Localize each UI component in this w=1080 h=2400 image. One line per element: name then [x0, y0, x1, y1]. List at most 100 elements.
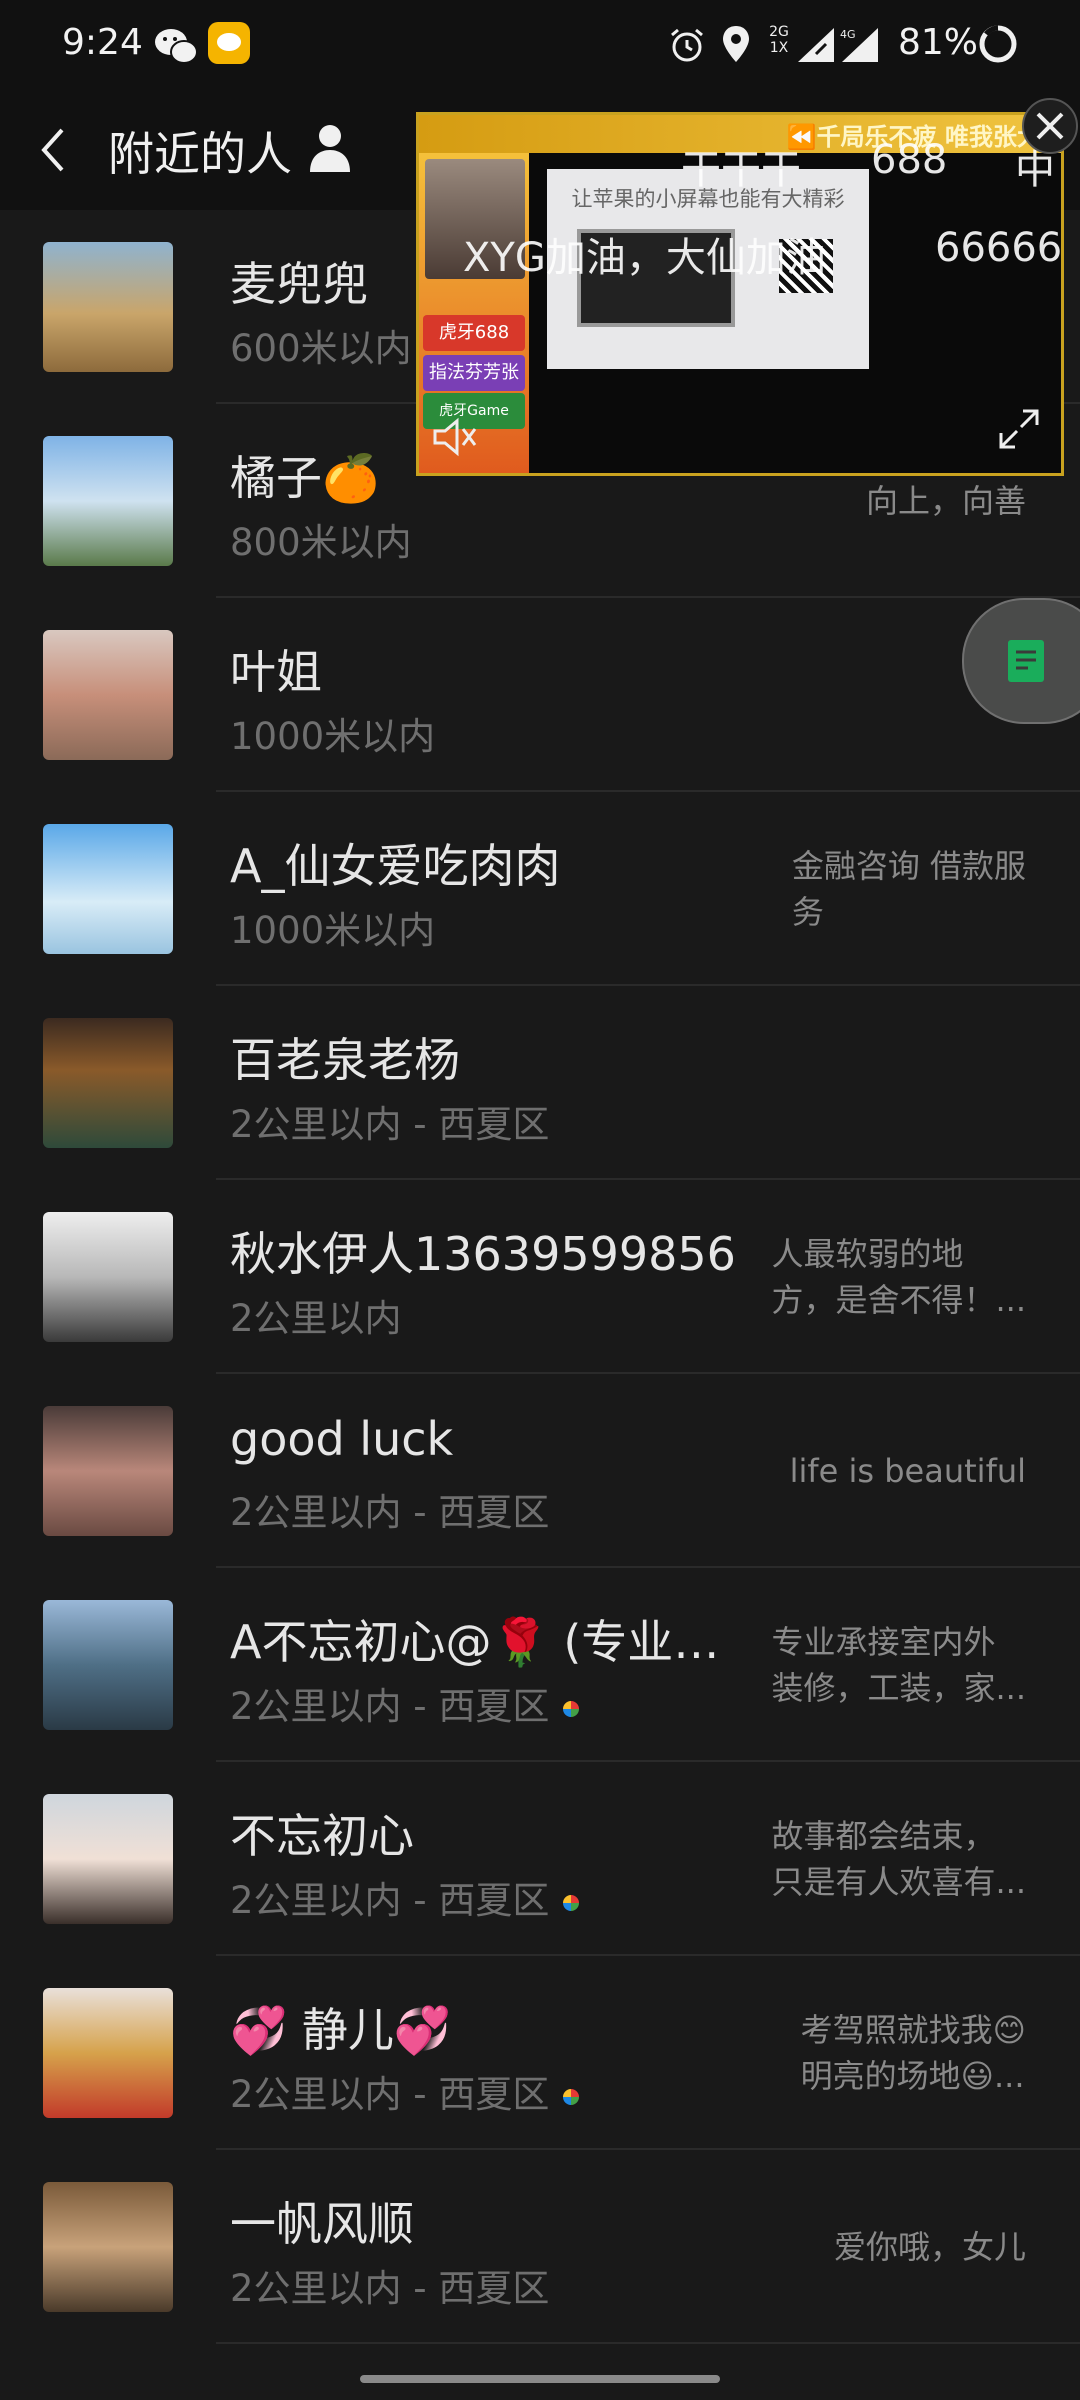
avatar [43, 1406, 173, 1536]
distance-text: 2公里以内 - 西夏区 [230, 2267, 550, 2310]
list-item[interactable]: A_仙女爱吃肉肉 1000米以内 金融咨询 借款服务 [0, 792, 1080, 986]
person-distance: 2公里以内 - 西夏区 [230, 2258, 549, 2312]
video-tag: 指法芬芳张大仙z [423, 355, 525, 391]
list-item[interactable]: A不忘初心@🌹 (专业装... 2公里以内 - 西夏区 专业承接室内外 装修，工装，家… [0, 1568, 1080, 1762]
floating-side-button[interactable] [962, 598, 1080, 724]
location-icon [723, 26, 749, 62]
avatar [43, 1794, 173, 1924]
person-distance: 600米以内 [230, 318, 412, 372]
floating-video-window[interactable]: ⏪千局乐不疲 唯我张大 虎牙688 指法芬芳张大仙z 虎牙Game 让苹果的小屏… [416, 112, 1064, 476]
signal-icon-2: 4G [840, 28, 878, 62]
signature-line: 装修，工装，家... [771, 1669, 1026, 1707]
person-signature: 金融咨询 借款服务 [766, 792, 1026, 986]
list-item[interactable]: 一帆风顺 2公里以内 - 西夏区 爱你哦，女儿 [0, 2150, 1080, 2344]
person-name: 百老泉老杨 [230, 1033, 460, 1087]
distance-text: 2公里以内 - 西夏区 [230, 1491, 550, 1534]
svg-text:4G: 4G [840, 28, 856, 41]
list-item[interactable]: 百老泉老杨 2公里以内 - 西夏区 [0, 986, 1080, 1180]
user-icon[interactable] [306, 122, 354, 174]
status-dot-icon [563, 1894, 580, 1911]
app-icon [208, 22, 250, 64]
status-time: 9:24 [62, 22, 143, 63]
avatar [43, 630, 173, 760]
divider [216, 2342, 1080, 2344]
person-name: 💞 静儿💞 [230, 2003, 452, 2057]
signature-line: 只是有人欢喜有... [771, 1863, 1026, 1901]
distance-text: 2公里以内 - 西夏区 [230, 1103, 550, 1146]
person-name: 一帆风顺 [230, 2197, 414, 2251]
avatar [43, 1018, 173, 1148]
person-distance: 1000米以内 [230, 706, 435, 760]
avatar [43, 2182, 173, 2312]
person-name: A不忘初心@🌹 (专业装... [230, 1615, 750, 1669]
person-signature: 爱你哦，女儿 [766, 2150, 1026, 2344]
battery-ring-icon [979, 25, 1017, 63]
signature-line: 人最软弱的地 [771, 1235, 964, 1273]
distance-text: 1000米以内 [230, 909, 436, 952]
document-icon [1008, 640, 1044, 682]
signature-line: 故事都会结束， [771, 1817, 996, 1855]
status-bar: 9:24 2G 1X 4G 81% [0, 0, 1080, 92]
person-distance: 2公里以内 - 西夏区 [230, 2064, 580, 2118]
signature-line: 金融咨询 借款服 [791, 847, 1026, 885]
network-label-1: 2G 1X [769, 24, 789, 56]
distance-text: 2公里以内 - 西夏区 [230, 2073, 550, 2116]
person-distance: 2公里以内 - 西夏区 [230, 1094, 549, 1148]
danmaku-text: 干干干 [681, 147, 801, 193]
danmaku-text: XYG加油，大仙加油 [463, 235, 826, 281]
danmaku-text: 666666 [935, 225, 1063, 271]
person-distance: 1000米以内 [230, 900, 435, 954]
person-distance: 2公里以内 [230, 1288, 402, 1342]
expand-icon[interactable] [995, 405, 1043, 453]
avatar [43, 1212, 173, 1342]
signature-line: 考驾照就找我😊 [800, 2011, 1026, 2049]
signature-line: life is beautiful [789, 1452, 1026, 1490]
avatar [43, 1600, 173, 1730]
danmaku-text: 688 [871, 137, 948, 183]
list-item[interactable]: 叶姐 1000米以内 [0, 598, 1080, 792]
page-title: 附近的人 [108, 127, 292, 181]
alarm-icon [671, 28, 703, 62]
back-icon[interactable] [36, 120, 70, 180]
avatar [43, 824, 173, 954]
person-name: 不忘初心 [230, 1809, 414, 1863]
person-distance: 2公里以内 - 西夏区 [230, 1482, 549, 1536]
person-name: 秋水伊人13639599856 [230, 1227, 736, 1281]
person-signature: life is beautiful [766, 1374, 1026, 1568]
list-item[interactable]: 不忘初心 2公里以内 - 西夏区 故事都会结束， 只是有人欢喜有... [0, 1762, 1080, 1956]
distance-text: 2公里以内 [230, 1297, 402, 1340]
person-name: good luck [230, 1412, 454, 1466]
wechat-icon [155, 29, 198, 64]
distance-text: 2公里以内 - 西夏区 [230, 1879, 550, 1922]
list-item[interactable]: 💞 静儿💞 2公里以内 - 西夏区 考驾照就找我😊 明亮的场地😃... [0, 1956, 1080, 2150]
person-signature: 考驾照就找我😊 明亮的场地😃... [766, 1956, 1026, 2150]
nearby-people-list: 麦兜兜 600米以内 橘子🍊 800米以内 向上，向善 叶姐 1000米以内 A_仙女爱吃肉肉… [0, 210, 1080, 2344]
signature-line: 务 [791, 893, 824, 931]
status-dot-icon [563, 1700, 580, 1717]
distance-text: 2公里以内 - 西夏区 [230, 1685, 550, 1728]
home-indicator[interactable] [360, 2375, 720, 2383]
person-name: 叶姐 [230, 645, 322, 699]
distance-text: 600米以内 [230, 327, 412, 370]
avatar [43, 436, 173, 566]
person-name: 橘子🍊 [230, 451, 380, 505]
person-name: A_仙女爱吃肉肉 [230, 839, 561, 893]
mute-icon[interactable] [431, 415, 479, 459]
signature-line: 方，是舍不得！... [771, 1281, 1026, 1319]
signature-line: 专业承接室内外 [771, 1623, 996, 1661]
person-signature: 人最软弱的地方，是舍不得！... [766, 1180, 1026, 1374]
battery-percentage: 81% [898, 22, 979, 63]
signature-line: 明亮的场地😃... [800, 2057, 1025, 2095]
signature-line: 向上，向善 [865, 482, 1026, 520]
person-distance: 2公里以内 - 西夏区 [230, 1870, 580, 1924]
signal-icon [798, 28, 834, 62]
close-icon[interactable] [1022, 98, 1078, 154]
distance-text: 800米以内 [230, 521, 412, 564]
distance-text: 1000米以内 [230, 715, 436, 758]
signature-line: 爱你哦，女儿 [833, 2228, 1026, 2266]
person-name: 麦兜兜 [230, 257, 368, 311]
person-signature: 故事都会结束， 只是有人欢喜有... [766, 1762, 1026, 1956]
list-item[interactable]: good luck 2公里以内 - 西夏区 life is beautiful [0, 1374, 1080, 1568]
person-distance: 2公里以内 - 西夏区 [230, 1676, 580, 1730]
list-item[interactable]: 秋水伊人13639599856 2公里以内 人最软弱的地方，是舍不得！... [0, 1180, 1080, 1374]
